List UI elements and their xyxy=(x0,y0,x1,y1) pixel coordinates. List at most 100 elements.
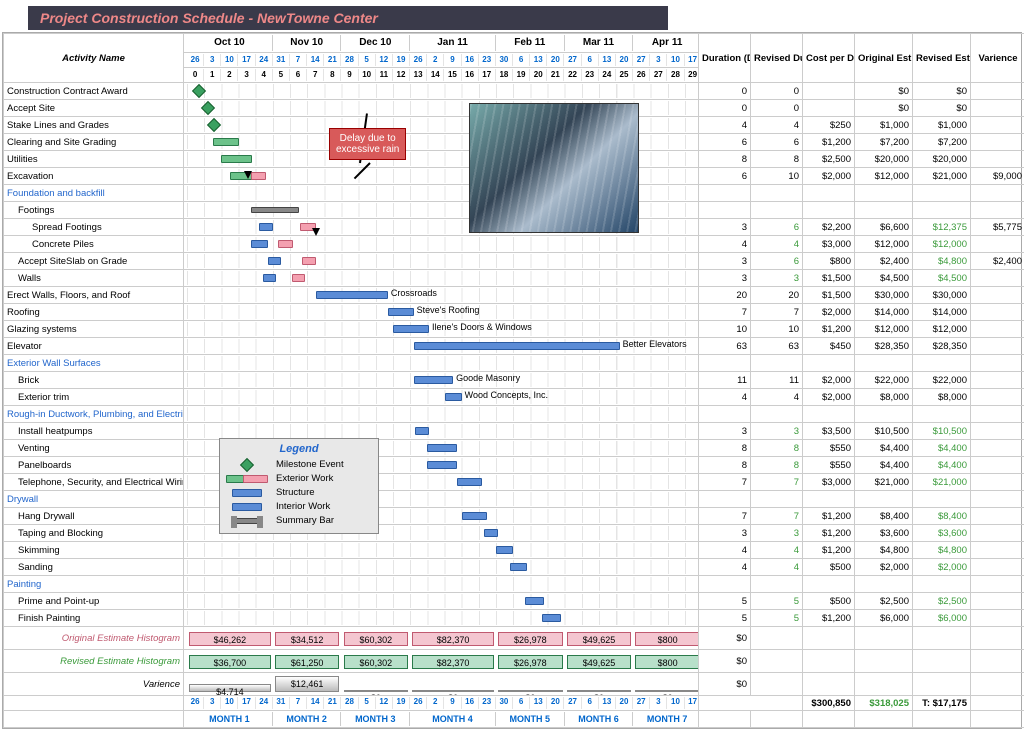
value-cell xyxy=(971,474,1024,491)
day-label: 17 xyxy=(479,69,496,81)
activity-name: Sanding xyxy=(4,559,184,576)
value-cell xyxy=(971,559,1024,576)
histogram-bar: $60,302 xyxy=(344,632,409,646)
value-cell xyxy=(913,185,971,202)
table-row: BrickGoode Masonry1111$2,000$22,000$22,0… xyxy=(4,372,1024,389)
bar-label: Goode Masonry xyxy=(456,373,520,383)
day-label: 0 xyxy=(187,69,204,81)
activity-name: Taping and Blocking xyxy=(4,525,184,542)
gantt-cell xyxy=(184,202,699,219)
value-cell: 4 xyxy=(751,542,803,559)
day-label: 14 xyxy=(307,54,324,66)
value-cell: $450 xyxy=(803,338,855,355)
value-cell: $6,600 xyxy=(855,219,913,236)
value-cell: 10 xyxy=(751,321,803,338)
value-cell xyxy=(971,185,1024,202)
day-label: 6 xyxy=(513,54,530,66)
histogram-bar: $46,262 xyxy=(189,632,271,646)
gantt-cell xyxy=(184,219,699,236)
table-row: Concrete Piles44$3,000$12,000$12,000 xyxy=(4,236,1024,253)
gantt-cell xyxy=(184,151,699,168)
total-original: $300,850 xyxy=(803,696,855,711)
value-cell xyxy=(803,355,855,372)
day-label: 31 xyxy=(273,54,290,66)
gantt-bar xyxy=(510,563,527,571)
value-cell: $500 xyxy=(803,593,855,610)
value-cell xyxy=(699,576,751,593)
value-cell: $0 xyxy=(855,83,913,100)
gantt-bar xyxy=(542,614,561,622)
value-cell: $4,400 xyxy=(913,457,971,474)
value-cell xyxy=(913,576,971,593)
day-label: 20 xyxy=(530,69,547,81)
value-cell xyxy=(855,576,913,593)
histogram-bar: $61,250 xyxy=(275,655,340,669)
value-cell: 7 xyxy=(699,304,751,321)
value-cell: $2,000 xyxy=(913,559,971,576)
col-rev-duration: Revised Duration xyxy=(751,34,803,83)
value-cell: 7 xyxy=(699,474,751,491)
activity-name: Walls xyxy=(4,270,184,287)
value-cell: 3 xyxy=(699,219,751,236)
day-label: 18 xyxy=(496,69,513,81)
day-label: 20 xyxy=(547,54,564,66)
gantt-cell xyxy=(184,610,699,627)
day-label: 13 xyxy=(599,54,616,66)
gantt-bar xyxy=(316,291,388,299)
value-cell xyxy=(971,508,1024,525)
table-row: RoofingSteve's Roofing77$2,000$14,000$14… xyxy=(4,304,1024,321)
day-label: 27 xyxy=(564,54,581,66)
value-cell: $8,000 xyxy=(855,389,913,406)
value-cell xyxy=(971,304,1024,321)
histogram-bar: $0 xyxy=(498,690,563,692)
activity-name: Painting xyxy=(4,576,184,593)
histogram-bar: $0 xyxy=(635,690,698,692)
value-cell: $2,000 xyxy=(803,389,855,406)
value-cell xyxy=(803,202,855,219)
value-cell: 7 xyxy=(751,508,803,525)
value-cell: $1,000 xyxy=(855,117,913,134)
gantt-bar xyxy=(278,240,293,248)
value-cell xyxy=(971,542,1024,559)
value-cell xyxy=(913,355,971,372)
value-cell xyxy=(971,389,1024,406)
table-row: Install heatpumps33$3,500$10,500$10,500 xyxy=(4,423,1024,440)
value-cell: $12,000 xyxy=(855,321,913,338)
day-label: 11 xyxy=(376,69,393,81)
activity-name: Elevator xyxy=(4,338,184,355)
value-cell: $3,600 xyxy=(913,525,971,542)
value-cell: 7 xyxy=(699,508,751,525)
day-label: 28 xyxy=(667,69,684,81)
value-cell: 4 xyxy=(751,559,803,576)
value-cell xyxy=(855,491,913,508)
value-cell xyxy=(751,185,803,202)
value-cell: $4,400 xyxy=(855,457,913,474)
histogram-row: Original Estimate Histogram$46,262$34,51… xyxy=(4,627,1024,650)
value-cell: 3 xyxy=(699,423,751,440)
gantt-bar xyxy=(415,427,429,435)
value-cell xyxy=(971,338,1024,355)
gantt-cell xyxy=(184,100,699,117)
value-cell: $2,400 xyxy=(971,253,1024,270)
value-cell: 3 xyxy=(699,253,751,270)
day-label: 17 xyxy=(238,54,255,66)
bar-label: Crossroads xyxy=(391,288,437,298)
value-cell xyxy=(699,406,751,423)
value-cell: $2,500 xyxy=(913,593,971,610)
gantt-bar xyxy=(263,274,277,282)
activity-name: Construction Contract Award xyxy=(4,83,184,100)
value-cell: $10,500 xyxy=(913,423,971,440)
day-label: 12 xyxy=(376,54,393,66)
value-cell: $550 xyxy=(803,440,855,457)
activity-name: Exterior trim xyxy=(4,389,184,406)
value-cell: 4 xyxy=(751,117,803,134)
table-row: Hang Drywall77$1,200$8,400$8,400 xyxy=(4,508,1024,525)
table-row: Construction Contract Award00$0$0 xyxy=(4,83,1024,100)
value-cell: 3 xyxy=(751,270,803,287)
col-activity: Activity Name xyxy=(4,34,184,83)
gantt-bar xyxy=(427,461,456,469)
value-cell: 3 xyxy=(699,525,751,542)
bar-label: Better Elevators xyxy=(623,339,687,349)
value-cell: 6 xyxy=(699,168,751,185)
value-cell: $7,200 xyxy=(913,134,971,151)
